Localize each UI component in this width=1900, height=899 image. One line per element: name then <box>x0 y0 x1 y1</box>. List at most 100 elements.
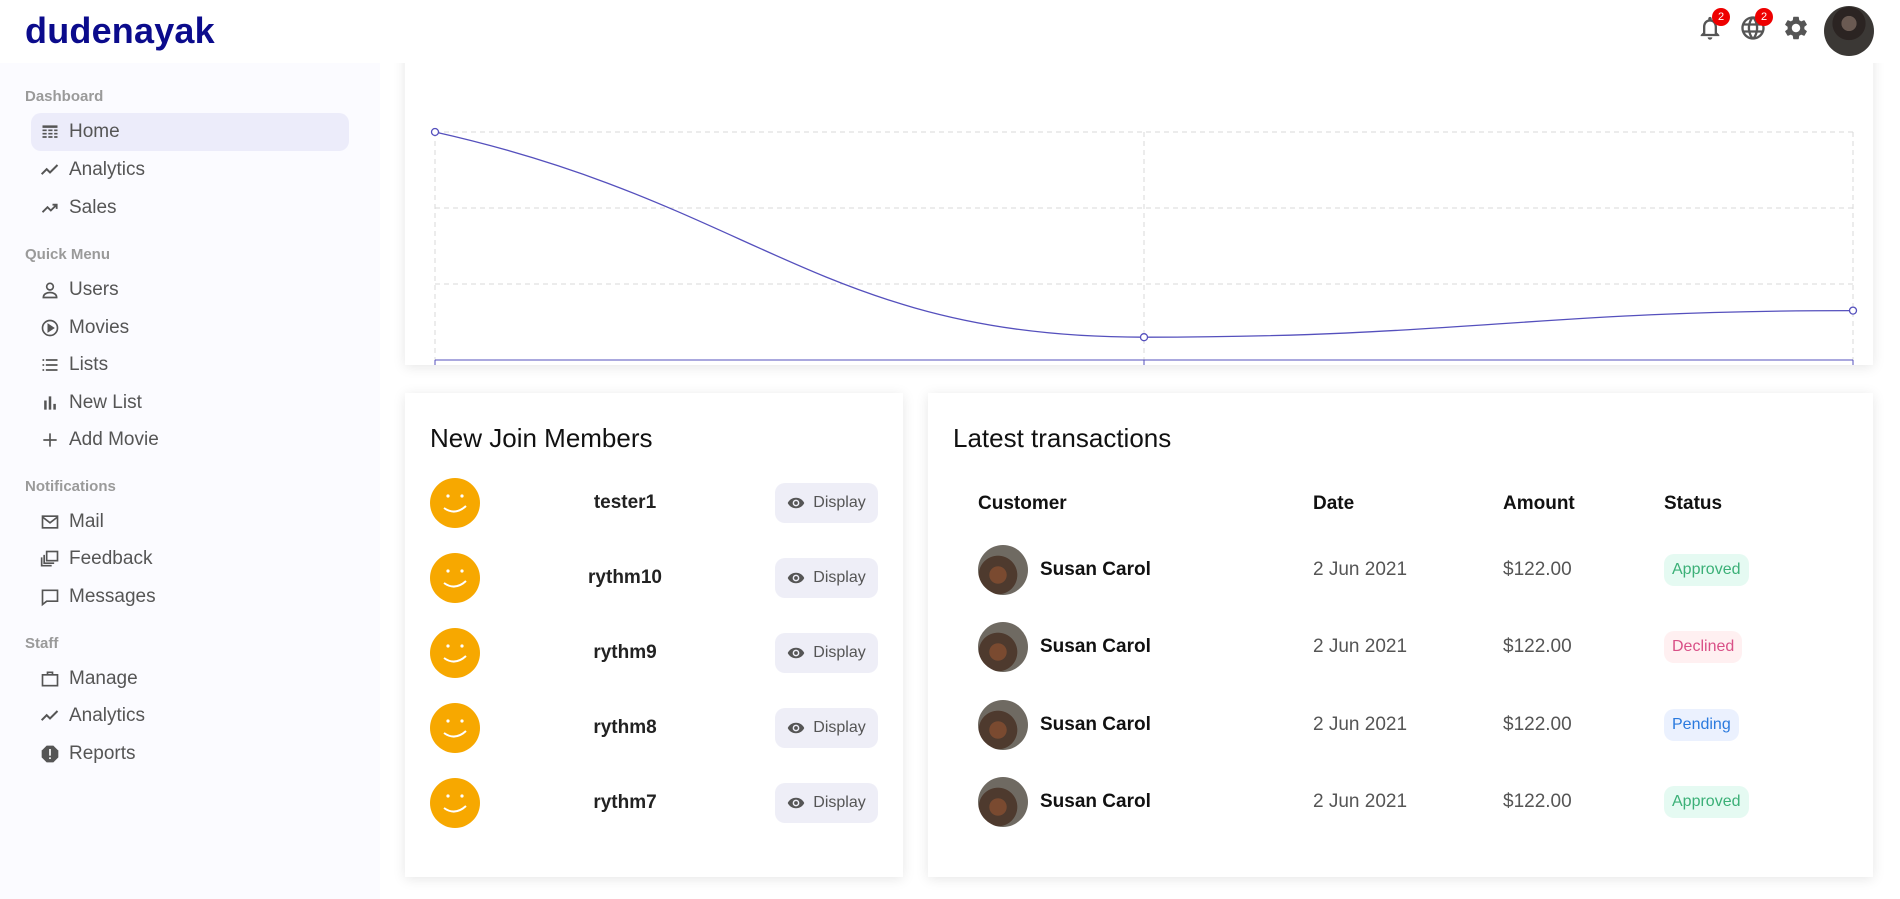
data-point <box>1848 306 1858 315</box>
transaction-date: 2 Jun 2021 <box>1313 636 1408 657</box>
section-title-notifications: Notifications <box>25 478 116 495</box>
latest-transactions-card: Latest transactions Customer Date Amount… <box>928 393 1873 877</box>
briefcase-icon <box>39 668 61 690</box>
sidebar-item-new-list[interactable]: New List <box>31 384 349 422</box>
sidebar-item-label: Home <box>69 121 120 142</box>
eye-icon <box>788 497 805 509</box>
member-avatar <box>430 703 480 753</box>
column-header-customer: Customer <box>978 493 1067 514</box>
notifications-badge: 2 <box>1712 8 1730 26</box>
transaction-amount: $122.00 <box>1503 791 1572 812</box>
eye-icon <box>788 572 805 584</box>
status-badge[interactable]: Approved <box>1664 554 1749 586</box>
mail-icon <box>39 511 61 533</box>
sidebar-item-manage[interactable]: Manage <box>31 660 349 698</box>
display-button[interactable]: Display <box>775 483 878 523</box>
transaction-amount: $122.00 <box>1503 559 1572 580</box>
topbar: dudenayak 2 2 <box>0 0 1900 63</box>
member-row: tester1 Display <box>430 478 880 528</box>
transaction-amount: $122.00 <box>1503 636 1572 657</box>
display-button[interactable]: Display <box>775 783 878 823</box>
main-content: MayJun New Join Members tester1 Display … <box>380 43 1900 899</box>
display-label: Display <box>813 569 866 586</box>
trending-up-icon <box>39 197 61 219</box>
member-avatar <box>430 478 480 528</box>
settings-button[interactable] <box>1782 14 1814 46</box>
sidebar-item-mail[interactable]: Mail <box>31 503 349 541</box>
sidebar-item-label: Manage <box>69 668 138 689</box>
plus-icon <box>39 429 61 451</box>
status-badge[interactable]: Pending <box>1664 709 1739 741</box>
sidebar-item-label: Messages <box>69 586 156 607</box>
new-members-card: New Join Members tester1 Display rythm10… <box>405 393 903 877</box>
member-username: tester1 <box>593 492 657 513</box>
sidebar-item-label: Users <box>69 279 119 300</box>
status-badge[interactable]: Approved <box>1664 786 1749 818</box>
column-header-amount: Amount <box>1503 493 1575 514</box>
customer-name: Susan Carol <box>1040 636 1151 657</box>
member-username: rythm10 <box>588 567 662 588</box>
sidebar-item-label: Movies <box>69 317 130 338</box>
user-analytics-chart: MayJun <box>430 127 1858 365</box>
user-icon <box>39 279 61 301</box>
line-chart-icon <box>39 159 61 181</box>
line-chart-icon <box>39 705 61 727</box>
display-button[interactable]: Display <box>775 633 878 673</box>
sidebar-item-reports[interactable]: Reports <box>31 735 349 773</box>
member-row: rythm8 Display <box>430 703 880 753</box>
sidebar-item-analytics[interactable]: Analytics <box>31 151 349 189</box>
sidebar-item-label: Reports <box>69 743 136 764</box>
sidebar-item-label: Sales <box>69 197 117 218</box>
analytics-chart-card: MayJun <box>405 43 1873 365</box>
sidebar-item-staff-analytics[interactable]: Analytics <box>31 697 349 735</box>
notifications-button[interactable]: 2 <box>1696 8 1730 46</box>
display-button[interactable]: Display <box>775 558 878 598</box>
table-row: Susan Carol 2 Jun 2021 $122.00 Declined <box>978 622 1878 672</box>
display-button[interactable]: Display <box>775 708 878 748</box>
app-logo[interactable]: dudenayak <box>25 10 215 52</box>
column-header-status: Status <box>1664 493 1723 514</box>
bar-chart-icon <box>39 392 61 414</box>
timeline-icon <box>39 121 61 143</box>
display-label: Display <box>813 719 866 736</box>
sidebar-item-lists[interactable]: Lists <box>31 346 349 384</box>
customer-avatar <box>978 700 1028 750</box>
sidebar-item-movies[interactable]: Movies <box>31 309 349 347</box>
play-circle-icon <box>39 317 61 339</box>
sidebar: Dashboard Home Analytics Sales Quick Men… <box>0 63 380 899</box>
member-row: rythm9 Display <box>430 628 880 678</box>
display-label: Display <box>813 794 866 811</box>
language-button[interactable]: 2 <box>1739 8 1773 46</box>
sidebar-item-label: Add Movie <box>69 429 159 450</box>
gear-icon <box>1785 16 1807 40</box>
table-row: Susan Carol 2 Jun 2021 $122.00 Pending <box>978 700 1878 750</box>
display-label: Display <box>813 494 866 511</box>
data-point <box>1139 333 1149 342</box>
sidebar-item-add-movie[interactable]: Add Movie <box>31 421 349 459</box>
member-avatar <box>430 778 480 828</box>
sidebar-item-label: Analytics <box>69 159 146 180</box>
table-row: Susan Carol 2 Jun 2021 $122.00 Approved <box>978 777 1878 827</box>
user-avatar[interactable] <box>1824 6 1874 56</box>
customer-avatar <box>978 545 1028 595</box>
sidebar-item-feedback[interactable]: Feedback <box>31 540 349 578</box>
member-username: rythm8 <box>593 717 657 738</box>
section-title-dashboard: Dashboard <box>25 88 104 105</box>
members-title: New Join Members <box>430 423 653 453</box>
sidebar-item-label: Mail <box>69 511 104 532</box>
sidebar-item-sales[interactable]: Sales <box>31 189 349 227</box>
table-row: Susan Carol 2 Jun 2021 $122.00 Approved <box>978 545 1878 595</box>
transaction-date: 2 Jun 2021 <box>1313 559 1408 580</box>
transaction-date: 2 Jun 2021 <box>1313 791 1408 812</box>
customer-name: Susan Carol <box>1040 714 1151 735</box>
sidebar-item-label: Analytics <box>69 705 146 726</box>
member-avatar <box>430 553 480 603</box>
sidebar-item-messages[interactable]: Messages <box>31 578 349 616</box>
member-avatar <box>430 628 480 678</box>
report-icon <box>39 743 61 765</box>
status-badge[interactable]: Declined <box>1664 631 1743 663</box>
sidebar-item-users[interactable]: Users <box>31 271 349 309</box>
sidebar-item-home[interactable]: Home <box>31 113 349 151</box>
eye-icon <box>788 722 805 734</box>
column-header-date: Date <box>1313 493 1355 514</box>
